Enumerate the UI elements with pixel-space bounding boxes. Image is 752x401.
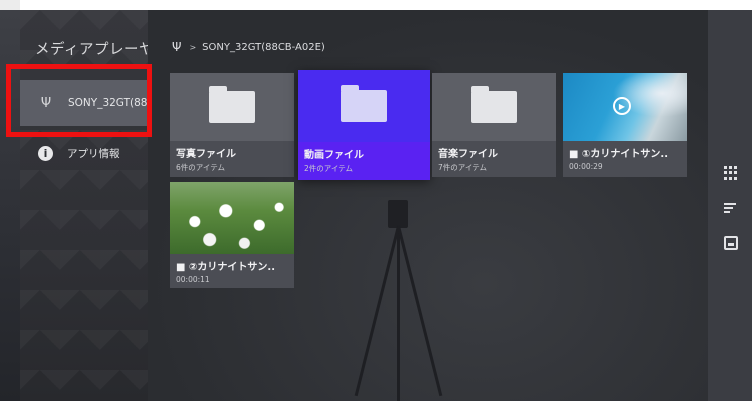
tile-subtitle: 2件のアイテム	[304, 164, 354, 173]
folder-thumbnail	[298, 70, 430, 142]
sidebar-item-app-info[interactable]: i アプリ情報	[20, 138, 148, 168]
play-icon: ▶	[613, 97, 631, 115]
grid-view-icon[interactable]	[724, 166, 738, 180]
video-thumbnail	[170, 182, 294, 254]
tile-title: ■ ①カリナイトサン..	[569, 149, 668, 160]
info-icon: i	[38, 145, 53, 161]
folder-icon	[209, 86, 255, 123]
sidebar: メディアプレーヤ Ψ SONY_32GT(88CB-A02E) i アプリ情報	[20, 10, 148, 401]
right-action-rail	[708, 10, 752, 401]
folder-icon	[471, 86, 517, 123]
folder-tile-photos[interactable]: 写真ファイル 6件のアイテム	[170, 73, 294, 177]
breadcrumb: Ψ > SONY_32GT(88CB-A02E)	[172, 40, 325, 54]
folder-thumbnail	[432, 73, 556, 141]
tile-subtitle: 7件のアイテム	[438, 163, 488, 172]
tile-title: 写真ファイル	[176, 149, 236, 160]
tile-subtitle: 00:00:29	[569, 162, 603, 171]
tile-title: 動画ファイル	[304, 150, 364, 161]
breadcrumb-path[interactable]: SONY_32GT(88CB-A02E)	[202, 42, 325, 53]
video-thumbnail: ▶	[563, 73, 687, 141]
usb-icon: Ψ	[172, 40, 182, 54]
tile-subtitle: 00:00:11	[176, 275, 210, 284]
folder-tile-videos[interactable]: 動画ファイル 2件のアイテム	[298, 70, 430, 180]
sort-icon[interactable]	[724, 203, 738, 217]
sidebar-item-usb-drive[interactable]: Ψ SONY_32GT(88CB-A02E)	[20, 80, 148, 126]
sidebar-item-label: アプリ情報	[67, 147, 120, 160]
folder-thumbnail	[170, 73, 294, 141]
folder-icon	[341, 85, 387, 122]
usb-icon: Ψ	[40, 95, 52, 111]
video-tile-1[interactable]: ▶ ■ ①カリナイトサン.. 00:00:29	[563, 73, 687, 177]
tile-title: 音楽ファイル	[438, 149, 498, 160]
background-tripod	[354, 200, 443, 401]
breadcrumb-separator: >	[189, 42, 197, 52]
tile-title: ■ ②カリナイトサン..	[176, 262, 275, 273]
content-area: Ψ > SONY_32GT(88CB-A02E) 写真ファイル 6件のアイテム …	[148, 10, 708, 401]
tile-subtitle: 6件のアイテム	[176, 163, 226, 172]
folder-tile-music[interactable]: 音楽ファイル 7件のアイテム	[432, 73, 556, 177]
app-title: メディアプレーヤ	[35, 42, 148, 58]
photo-icon[interactable]	[724, 236, 738, 250]
sidebar-item-label: SONY_32GT(88CB-A02E)	[68, 97, 148, 109]
video-tile-2[interactable]: ■ ②カリナイトサン.. 00:00:11	[170, 182, 294, 288]
tv-screen: メディアプレーヤ Ψ SONY_32GT(88CB-A02E) i アプリ情報 …	[0, 10, 752, 401]
